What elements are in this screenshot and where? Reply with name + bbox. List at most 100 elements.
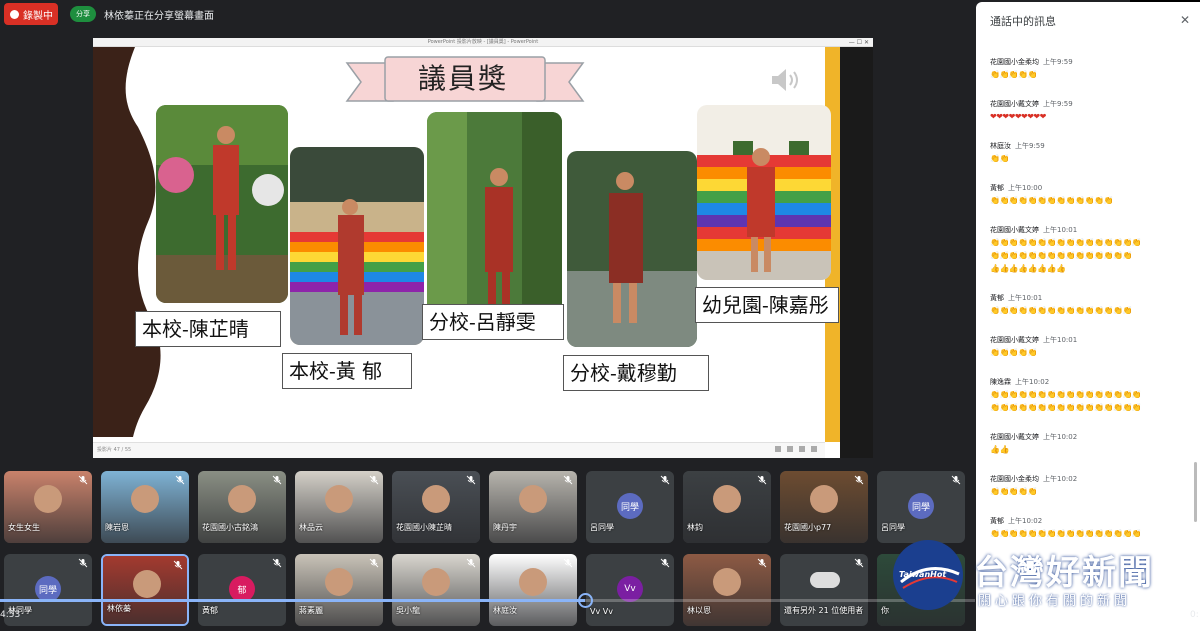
participant-tile[interactable]: 林依蓁	[101, 554, 189, 626]
powerpoint-titlebar: PowerPoint 投影片放映 - [議員獎] - PowerPoint — …	[93, 38, 873, 47]
mic-off-icon	[951, 475, 961, 485]
participant-name: 你	[881, 606, 889, 615]
mic-off-icon	[272, 475, 282, 485]
participant-tile[interactable]: Vv Vv Vv	[586, 554, 674, 626]
mic-off-icon	[173, 560, 183, 570]
meet-screen: 錄製中 分享 林依蓁正在分享螢幕畫面 PowerPoint 投影片放映 - [議…	[0, 0, 1200, 631]
participant-tile[interactable]: 郁黃郁	[198, 554, 286, 626]
participant-tile[interactable]: 蔣素麗	[295, 554, 383, 626]
message-text: 👏👏👏👏👏👏👏👏👏👏👏👏👏👏👏	[990, 251, 1132, 260]
participant-face	[713, 485, 741, 513]
reading-view-icon[interactable]	[799, 446, 805, 452]
progress-knob[interactable]	[578, 593, 593, 608]
mic-off-icon	[757, 558, 767, 568]
slideshow-icon[interactable]	[811, 446, 817, 452]
chat-message: 花園國小戴文婷 上午9:59 ❤❤❤❤❤❤❤❤❤	[990, 99, 1190, 122]
mic-off-icon	[369, 475, 379, 485]
mic-off-icon	[466, 475, 476, 485]
participant-tile[interactable]: 林庭汝	[489, 554, 577, 626]
message-sender: 林庭汝 上午9:59	[990, 141, 1190, 151]
logo-text: TaiwanHot	[899, 570, 947, 579]
mic-off-icon	[78, 558, 88, 568]
participant-tile[interactable]: 花園國小古銘鴻	[198, 471, 286, 543]
chat-panel: 通話中的訊息 ✕ 花園國小金柔均 上午9:59 👏👏👏👏👏 花園國小戴文婷 上午9:59…	[976, 2, 1200, 631]
message-text: 👏👏👏👏👏👏👏👏👏👏👏👏👏👏👏	[990, 306, 1132, 315]
message-time: 上午10:01	[1043, 226, 1078, 234]
participant-tile[interactable]: 林品云	[295, 471, 383, 543]
message-text: 👏👏👏👏👏👏👏👏👏👏👏👏👏👏👏👏	[990, 529, 1142, 538]
message-text: 👏👏	[990, 154, 1009, 163]
slide-title: 議員獎	[417, 62, 508, 95]
message-text: 👏👏👏👏👏👏👏👏👏👏👏👏👏👏👏👏	[990, 238, 1142, 247]
message-time: 上午9:59	[1043, 100, 1073, 108]
mic-off-icon	[854, 475, 864, 485]
participant-face	[810, 485, 838, 513]
participant-name: 花園國小p77	[784, 523, 832, 532]
participant-tile[interactable]: 陳丹宇	[489, 471, 577, 543]
participant-tile[interactable]: 花園國小p77	[780, 471, 868, 543]
participant-name: 蔣素麗	[299, 606, 323, 615]
time-total: 0:	[1190, 610, 1199, 620]
chat-message: 林庭汝 上午9:59 👏👏	[990, 141, 1190, 164]
sorter-view-icon[interactable]	[787, 446, 793, 452]
mic-off-icon	[466, 558, 476, 568]
window-controls: — ☐ ✕	[848, 39, 869, 46]
participant-tile[interactable]: 吳小龍	[392, 554, 480, 626]
present-badge: 分享	[70, 6, 96, 22]
video-progress-bar[interactable]	[0, 593, 975, 608]
participant-tile[interactable]: 陳岩恩	[101, 471, 189, 543]
chat-message: 黃郁 上午10:02 👏👏👏👏👏👏👏👏👏👏👏👏👏👏👏👏	[990, 516, 1190, 539]
participant-tile[interactable]: 林鈞	[683, 471, 771, 543]
avatar: 同學	[617, 493, 643, 519]
chat-scrollbar[interactable]	[1194, 462, 1197, 522]
participant-face	[422, 568, 450, 596]
powerpoint-title: PowerPoint 投影片放映 - [議員獎] - PowerPoint	[427, 39, 539, 45]
record-icon	[10, 9, 19, 19]
slide: 議員獎 本校-陳芷晴 本校-黃 郁 分校-呂靜雯 分校-戴穆勤 幼兒園-陳嘉彤 …	[93, 47, 873, 458]
participant-tile[interactable]: 女生女生	[4, 471, 92, 543]
recording-indicator[interactable]: 錄製中	[4, 3, 58, 25]
participant-tile[interactable]: 花園國小陳芷晴	[392, 471, 480, 543]
message-text: 👏👏👏👏👏👏👏👏👏👏👏👏👏	[990, 196, 1114, 205]
message-sender: 黃郁 上午10:02	[990, 516, 1190, 526]
student-photo-1	[156, 105, 288, 303]
caption-2: 本校-黃 郁	[282, 353, 412, 389]
watermark-title: 台灣好新聞	[974, 553, 1154, 593]
normal-view-icon[interactable]	[775, 446, 781, 452]
close-icon[interactable]: ✕	[1180, 13, 1190, 27]
message-sender: 花園國小金柔均 上午9:59	[990, 57, 1190, 67]
message-text: 👏👏👏👏👏	[990, 70, 1038, 79]
time-elapsed: 4:53	[0, 610, 21, 620]
participant-name: 花園國小陳芷晴	[396, 523, 452, 532]
caption-1: 本校-陳芷晴	[135, 311, 281, 347]
participant-tile[interactable]: 還有另外 21 位使用者	[780, 554, 868, 626]
participant-tile[interactable]: 同學 呂同學	[586, 471, 674, 543]
participant-face	[228, 485, 256, 513]
chat-message: 花園國小金柔均 上午9:59 👏👏👏👏👏	[990, 57, 1190, 80]
participant-tile[interactable]: 林以恩	[683, 554, 771, 626]
participant-name: 黃郁	[202, 606, 218, 615]
participant-name: 林品云	[299, 523, 323, 532]
chat-message: 花園國小金柔均 上午10:02 👏👏👏👏👏	[990, 474, 1190, 497]
mic-off-icon	[660, 475, 670, 485]
student-photo-2	[290, 147, 424, 345]
sender-name: 陳逸霖	[990, 378, 1011, 386]
presenting-banner: 分享 林依蓁正在分享螢幕畫面	[70, 4, 214, 24]
message-sender: 黃郁 上午10:00	[990, 183, 1190, 193]
more-avatars-icon	[810, 572, 840, 588]
participant-face	[34, 485, 62, 513]
slideshow-status-bar: 投影片 47 / 55	[93, 442, 825, 458]
participant-tile[interactable]: 同學 呂同學	[877, 471, 965, 543]
message-text: ❤❤❤❤❤❤❤❤❤	[990, 112, 1046, 121]
chat-message: 陳逸霖 上午10:02 👏👏👏👏👏👏👏👏👏👏👏👏👏👏👏👏 👏👏👏👏👏👏👏👏👏👏👏👏👏👏…	[990, 377, 1190, 413]
recording-label: 錄製中	[23, 10, 53, 22]
speaker-icon[interactable]	[769, 65, 805, 95]
sender-name: 黃郁	[990, 294, 1004, 302]
sender-name: 花園國小戴文婷	[990, 226, 1039, 234]
participant-name: 陳岩恩	[105, 523, 129, 532]
sender-name: 黃郁	[990, 517, 1004, 525]
chat-message: 黃郁 上午10:00 👏👏👏👏👏👏👏👏👏👏👏👏👏	[990, 183, 1190, 206]
message-time: 上午10:01	[1008, 294, 1043, 302]
slideshow-controls[interactable]	[775, 446, 817, 452]
message-time: 上午10:02	[1043, 433, 1078, 441]
